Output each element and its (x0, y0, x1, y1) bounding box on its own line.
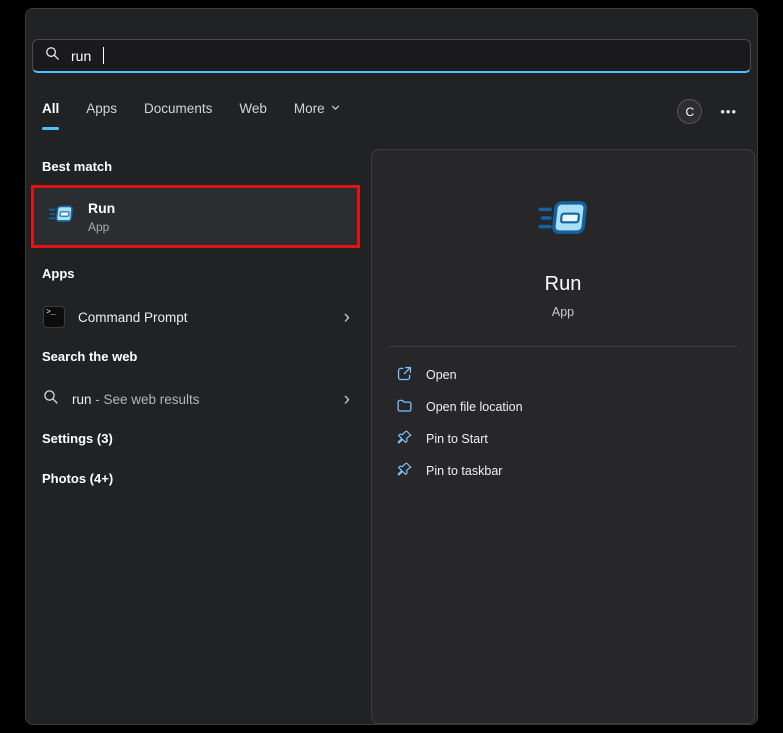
tab-web[interactable]: Web (239, 101, 267, 130)
annotation-highlight: Run App (31, 185, 360, 248)
result-title: Run (88, 199, 116, 216)
result-command-prompt[interactable]: >_ Command Prompt › (31, 298, 362, 336)
result-subtitle: App (88, 219, 110, 234)
chevron-right-icon[interactable]: › (344, 308, 350, 327)
tab-documents[interactable]: Documents (144, 101, 212, 130)
action-pin-to-start[interactable]: Pin to Start (390, 423, 736, 455)
apps-header: Apps (42, 266, 75, 281)
best-match-result-run[interactable]: Run App (34, 188, 357, 245)
best-match-header: Best match (42, 159, 113, 174)
settings-group-header[interactable]: Settings (3) (42, 431, 113, 446)
open-icon (396, 365, 413, 385)
photos-group-header[interactable]: Photos (4+) (42, 471, 113, 486)
action-list: Open Open file location Pin to Start Pin… (372, 347, 754, 499)
text-cursor (103, 47, 105, 64)
tab-all[interactable]: All (42, 101, 60, 130)
search-window: run All Apps Documents Web More C ••• Be… (25, 8, 758, 725)
search-icon-small (43, 389, 59, 410)
preview-subtitle: App (551, 305, 575, 319)
tab-apps[interactable]: Apps (86, 101, 117, 130)
more-options-button[interactable]: ••• (720, 104, 737, 119)
action-open[interactable]: Open (390, 359, 736, 391)
preview-title: Run (544, 273, 582, 295)
chevron-right-icon[interactable]: › (344, 390, 350, 409)
action-open-file-location[interactable]: Open file location (390, 391, 736, 423)
search-web-header: Search the web (42, 349, 138, 364)
active-tab-underline (42, 127, 60, 130)
run-app-icon (48, 201, 74, 232)
folder-icon (396, 397, 413, 417)
account-avatar[interactable]: C (677, 99, 703, 124)
pin-icon (396, 429, 413, 449)
web-suffix: - See web results (91, 391, 200, 407)
filter-tabs: All Apps Documents Web More (42, 101, 341, 130)
action-pin-to-taskbar[interactable]: Pin to taskbar (390, 455, 736, 487)
command-prompt-icon: >_ (43, 306, 65, 328)
search-query-text: run (71, 47, 92, 64)
web-query: run (72, 391, 92, 407)
search-input[interactable]: run (32, 39, 751, 73)
pin-icon (396, 461, 413, 481)
run-app-icon-large (537, 192, 589, 249)
preview-pane: Run App Open Open file location Pin to S… (371, 149, 755, 724)
search-icon (45, 46, 60, 66)
chevron-down-icon (330, 101, 341, 116)
result-web-search[interactable]: run - See web results › (31, 380, 362, 418)
tab-more[interactable]: More (294, 101, 341, 130)
